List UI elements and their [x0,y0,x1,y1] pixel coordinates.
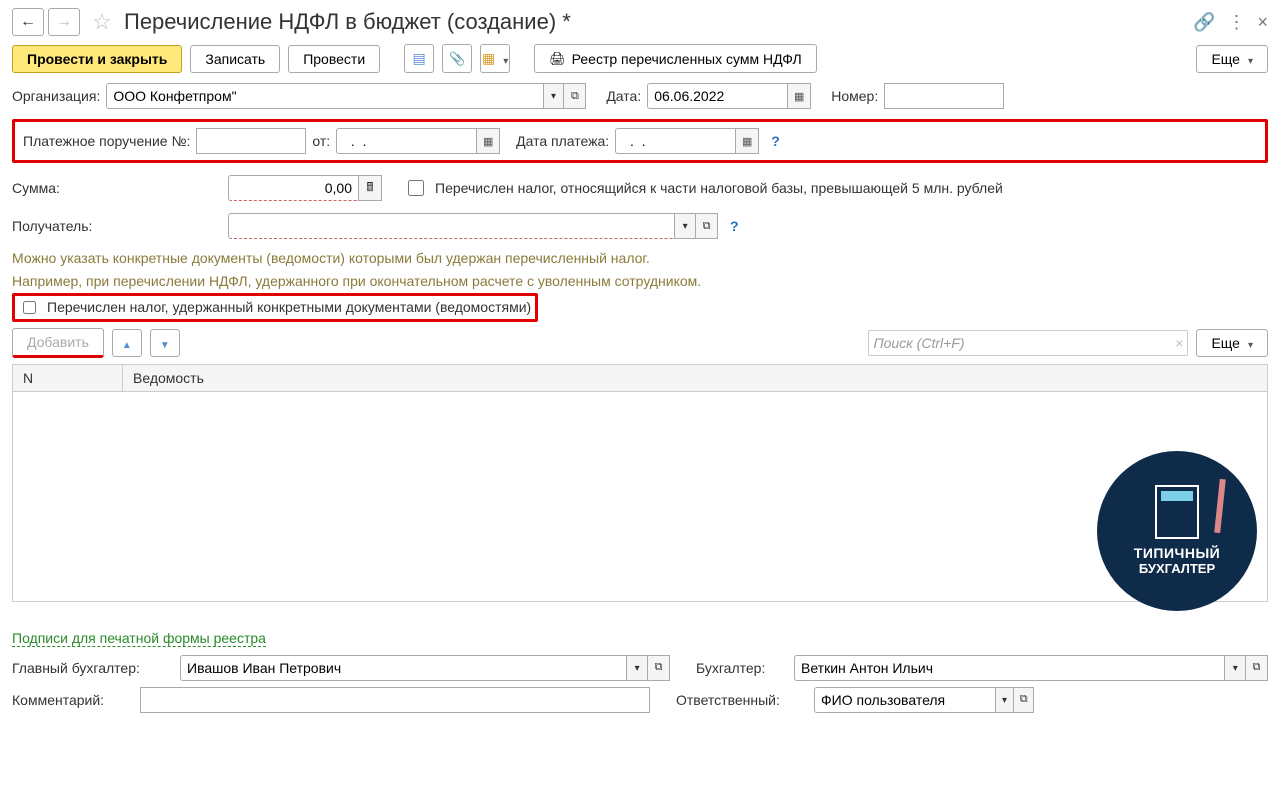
col-vedomost: Ведомость [123,370,1267,386]
number-input[interactable] [884,83,1004,109]
save-button[interactable]: Записать [190,45,280,73]
table-body: ТИПИЧНЫЙ БУХГАЛТЕР [12,392,1268,602]
watermark-badge: ТИПИЧНЫЙ БУХГАЛТЕР [1097,451,1257,611]
over-5m-checkbox[interactable] [408,180,424,196]
resp-open-icon[interactable] [1014,687,1034,713]
recipient-input[interactable] [228,213,674,239]
date-label: Дата: [606,88,641,104]
chief-accountant-input[interactable] [180,655,626,681]
recipient-dropdown-icon[interactable] [674,213,696,239]
arrow-down-icon [160,335,170,351]
favorite-star-icon[interactable]: ☆ [88,8,116,36]
link-icon[interactable]: 🔗 [1193,12,1215,33]
org-open-icon[interactable] [564,83,586,109]
table-more-button[interactable]: Еще [1196,329,1268,357]
close-icon[interactable]: × [1257,12,1268,33]
date-input[interactable] [647,83,787,109]
search-placeholder: Поиск (Ctrl+F) [873,335,964,351]
registry-button[interactable]: Реестр перечисленных сумм НДФЛ [534,44,817,73]
payment-order-number-input[interactable] [196,128,306,154]
add-row-button[interactable]: Добавить [12,328,104,358]
acc-open-icon[interactable] [1246,655,1268,681]
accountant-input[interactable] [794,655,1224,681]
new-doc-icon [482,50,495,67]
responsible-label: Ответственный: [676,692,806,708]
org-input[interactable] [106,83,542,109]
responsible-input[interactable] [814,687,995,713]
nav-forward-button[interactable]: → [48,8,80,36]
post-button[interactable]: Провести [288,45,380,73]
org-label: Организация: [12,88,100,104]
paperclip-icon [449,50,465,67]
create-based-button[interactable] [480,44,510,73]
payment-order-date-calendar-icon[interactable] [476,128,500,154]
arrow-up-icon [122,335,132,351]
accountant-label: Бухгалтер: [696,660,786,676]
chief-accountant-label: Главный бухгалтер: [12,660,172,676]
help-text-2: Например, при перечислении НДФЛ, удержан… [12,272,1268,291]
table-more-label: Еще [1211,335,1240,351]
by-documents-label: Перечислен налог, удержанный конкретными… [47,299,531,315]
comment-label: Комментарий: [12,692,132,708]
payment-order-date-input[interactable] [336,128,476,154]
move-up-button[interactable] [112,329,142,357]
payment-order-highlight: Платежное поручение №: от: Дата платежа:… [12,119,1268,163]
help-icon[interactable]: ? [771,133,780,149]
org-dropdown-icon[interactable] [543,83,565,109]
col-n: N [13,365,123,391]
watermark-line1: ТИПИЧНЫЙ [1134,545,1220,561]
resp-dropdown-icon[interactable] [995,687,1015,713]
signatures-link[interactable]: Подписи для печатной формы реестра [12,630,266,647]
move-down-button[interactable] [150,329,180,357]
payment-order-label: Платежное поручение №: [23,133,190,149]
recipient-open-icon[interactable] [696,213,718,239]
page-title: Перечисление НДФЛ в бюджет (создание) * [124,9,1189,35]
watermark-line2: БУХГАЛТЕР [1139,561,1215,576]
nav-back-button[interactable]: ← [12,8,44,36]
over-5m-label: Перечислен налог, относящийся к части на… [435,180,1003,196]
more-button[interactable]: Еще [1196,45,1268,73]
sum-label: Сумма: [12,180,222,196]
sum-input[interactable] [228,175,358,201]
payment-order-from-label: от: [312,133,330,149]
table-header: N Ведомость [12,364,1268,392]
sum-calc-icon[interactable] [358,175,382,201]
comment-input[interactable] [140,687,650,713]
help-text-1: Можно указать конкретные документы (ведо… [12,249,1268,268]
acc-dropdown-icon[interactable] [1224,655,1246,681]
registry-label: Реестр перечисленных сумм НДФЛ [572,51,802,67]
payment-date-label: Дата платежа: [516,133,609,149]
payment-date-input[interactable] [615,128,735,154]
document-icon-button[interactable] [404,44,434,73]
recipient-help-icon[interactable]: ? [730,218,739,234]
by-documents-highlight: Перечислен налог, удержанный конкретными… [12,293,538,322]
by-documents-checkbox[interactable] [23,301,36,314]
more-label: Еще [1211,51,1240,67]
kebab-menu-icon[interactable]: ⋮ [1227,12,1245,33]
date-calendar-icon[interactable] [787,83,811,109]
printer-icon [549,50,566,67]
document-icon [413,50,426,67]
number-label: Номер: [831,88,878,104]
post-and-close-button[interactable]: Провести и закрыть [12,45,182,73]
search-clear-icon[interactable]: × [1175,335,1183,351]
table-search-input[interactable]: Поиск (Ctrl+F) × [868,330,1188,356]
chief-dropdown-icon[interactable] [626,655,648,681]
chief-open-icon[interactable] [648,655,670,681]
payment-date-calendar-icon[interactable] [735,128,759,154]
recipient-label: Получатель: [12,218,222,234]
attachment-button[interactable] [442,44,472,73]
